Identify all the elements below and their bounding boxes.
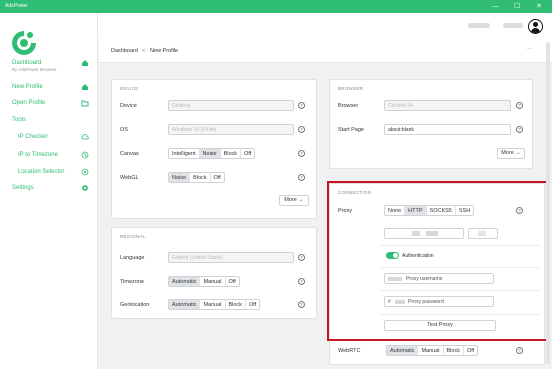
sidebar-item-label: Settings [12, 185, 34, 191]
minimize-button[interactable]: — [492, 1, 499, 12]
cloud-icon [81, 133, 89, 140]
device-more-button[interactable]: More → [279, 195, 309, 206]
sidebar-item-tools[interactable]: Tools [0, 115, 97, 127]
webrtc-option-off[interactable]: Off [464, 346, 477, 355]
sidebar-item-label: New Profile [12, 84, 43, 90]
canvas-option-noise[interactable]: Noise [199, 149, 221, 158]
sidebar-item-sublabel: By AdsPower Browser [12, 67, 57, 72]
help-icon[interactable]: ? [298, 301, 305, 308]
geolocation-option-manual[interactable]: Manual [200, 300, 226, 309]
help-icon[interactable]: ? [516, 102, 523, 109]
sidebar-item-open-profile[interactable]: Open Profile [0, 98, 97, 110]
help-icon[interactable]: ? [516, 126, 523, 133]
close-button[interactable]: ✕ [536, 1, 542, 12]
language-field[interactable]: English (United States) [168, 252, 294, 263]
connection-highlight-box [327, 181, 550, 341]
canvas-option-off[interactable]: Off [241, 149, 254, 158]
os-label: OS [120, 127, 128, 133]
scrollbar[interactable] [546, 42, 550, 364]
sidebar-item-ip-checker[interactable]: IP Checker [0, 132, 97, 144]
language-label: Language [120, 255, 145, 261]
help-icon[interactable]: ? [298, 126, 305, 133]
geolocation-label: Geolocation [120, 302, 150, 308]
device-card-title: DEVICE [120, 86, 139, 91]
help-icon[interactable]: ? [298, 254, 305, 261]
webgl-label: WebGL [120, 175, 139, 181]
app-logo-icon [12, 31, 36, 55]
sidebar-item-label: Open Profile [12, 100, 46, 106]
webgl-segmented-control: Noise Block Off [168, 172, 225, 183]
breadcrumb: Dashboard < New Profile ··· [99, 39, 552, 63]
breadcrumb-separator: < [142, 48, 146, 54]
timezone-segmented-control: Automatic Manual Off [168, 276, 240, 287]
browser-card: BROWSER Browser Chrome 94 ? Start Page a… [329, 79, 533, 169]
timezone-icon [81, 151, 89, 159]
webrtc-label: WebRTC [338, 348, 361, 354]
start-page-field[interactable]: about:blank [384, 124, 511, 135]
regional-card-title: REGIONAL [120, 234, 146, 239]
geolocation-segmented-control: Automatic Manual Block Off [168, 299, 261, 310]
browser-card-title: BROWSER [338, 86, 364, 91]
timezone-label: Timezone [120, 279, 144, 285]
app-title: AdsPower [5, 3, 28, 9]
sidebar-item-ip-to-timezone[interactable]: IP to Timezone [0, 150, 97, 162]
sidebar-item-label: Location Selector [18, 169, 65, 175]
maximize-button[interactable]: ☐ [514, 1, 520, 12]
sidebar-item-label: Dashboard [12, 60, 42, 66]
home-icon [82, 60, 88, 66]
sidebar-item-new-profile[interactable]: New Profile [0, 82, 97, 94]
browser-label: Browser [338, 103, 359, 109]
timezone-option-off[interactable]: Off [226, 277, 239, 286]
title-bar: AdsPower — ☐ ✕ [0, 0, 552, 13]
help-icon[interactable]: ? [298, 278, 305, 285]
canvas-option-intelligent[interactable]: Intelligent [169, 149, 200, 158]
sidebar-item-label: Tools [12, 117, 27, 123]
location-icon [81, 168, 89, 176]
account-name-blurred [503, 23, 523, 28]
sidebar: Dashboard By AdsPower Browser New Profil… [0, 13, 98, 369]
folder-icon [81, 100, 89, 107]
help-icon[interactable]: ? [298, 102, 305, 109]
geolocation-option-off[interactable]: Off [246, 300, 259, 309]
canvas-segmented-control: Intelligent Noise Block Off [168, 148, 256, 159]
webgl-option-off[interactable]: Off [211, 173, 224, 182]
browser-field[interactable]: Chrome 94 [384, 100, 511, 111]
start-page-label: Start Page [338, 127, 364, 133]
timezone-option-manual[interactable]: Manual [200, 277, 226, 286]
sidebar-item-dashboard[interactable]: Dashboard By AdsPower Browser [0, 58, 97, 72]
webgl-option-noise[interactable]: Noise [169, 173, 191, 182]
device-field[interactable]: Desktop [168, 100, 294, 111]
webrtc-option-block[interactable]: Block [444, 346, 464, 355]
canvas-label: Canvas [120, 151, 139, 157]
webgl-option-block[interactable]: Block [190, 173, 211, 182]
geolocation-option-block[interactable]: Block [226, 300, 246, 309]
webrtc-option-automatic[interactable]: Automatic [387, 346, 419, 355]
browser-more-button[interactable]: More → [497, 148, 525, 159]
user-avatar-icon[interactable] [528, 19, 543, 34]
device-label: Device [120, 103, 137, 109]
gear-icon [82, 185, 88, 191]
breadcrumb-root[interactable]: Dashboard [111, 48, 138, 54]
more-options-button[interactable]: ··· [527, 46, 533, 52]
os-field[interactable]: Windows 10 (64-bit) [168, 124, 294, 135]
canvas-option-block[interactable]: Block [221, 149, 242, 158]
breadcrumb-current: New Profile [150, 48, 179, 54]
account-info-blurred [468, 23, 490, 28]
help-icon[interactable]: ? [516, 347, 523, 354]
webrtc-option-manual[interactable]: Manual [418, 346, 444, 355]
device-card: DEVICE Device Desktop ? OS Windows 10 (6… [111, 79, 317, 219]
home-icon [82, 84, 88, 90]
regional-card: REGIONAL Language English (United States… [111, 227, 317, 319]
sidebar-item-label: IP to Timezone [18, 152, 58, 158]
timezone-option-automatic[interactable]: Automatic [169, 277, 201, 286]
sidebar-item-location-selector[interactable]: Location Selector [0, 167, 97, 179]
sidebar-item-settings[interactable]: Settings [0, 183, 97, 195]
sidebar-item-label: IP Checker [18, 134, 48, 140]
geolocation-option-automatic[interactable]: Automatic [169, 300, 201, 309]
webrtc-segmented-control: Automatic Manual Block Off [386, 345, 479, 356]
help-icon[interactable]: ? [298, 174, 305, 181]
help-icon[interactable]: ? [298, 150, 305, 157]
